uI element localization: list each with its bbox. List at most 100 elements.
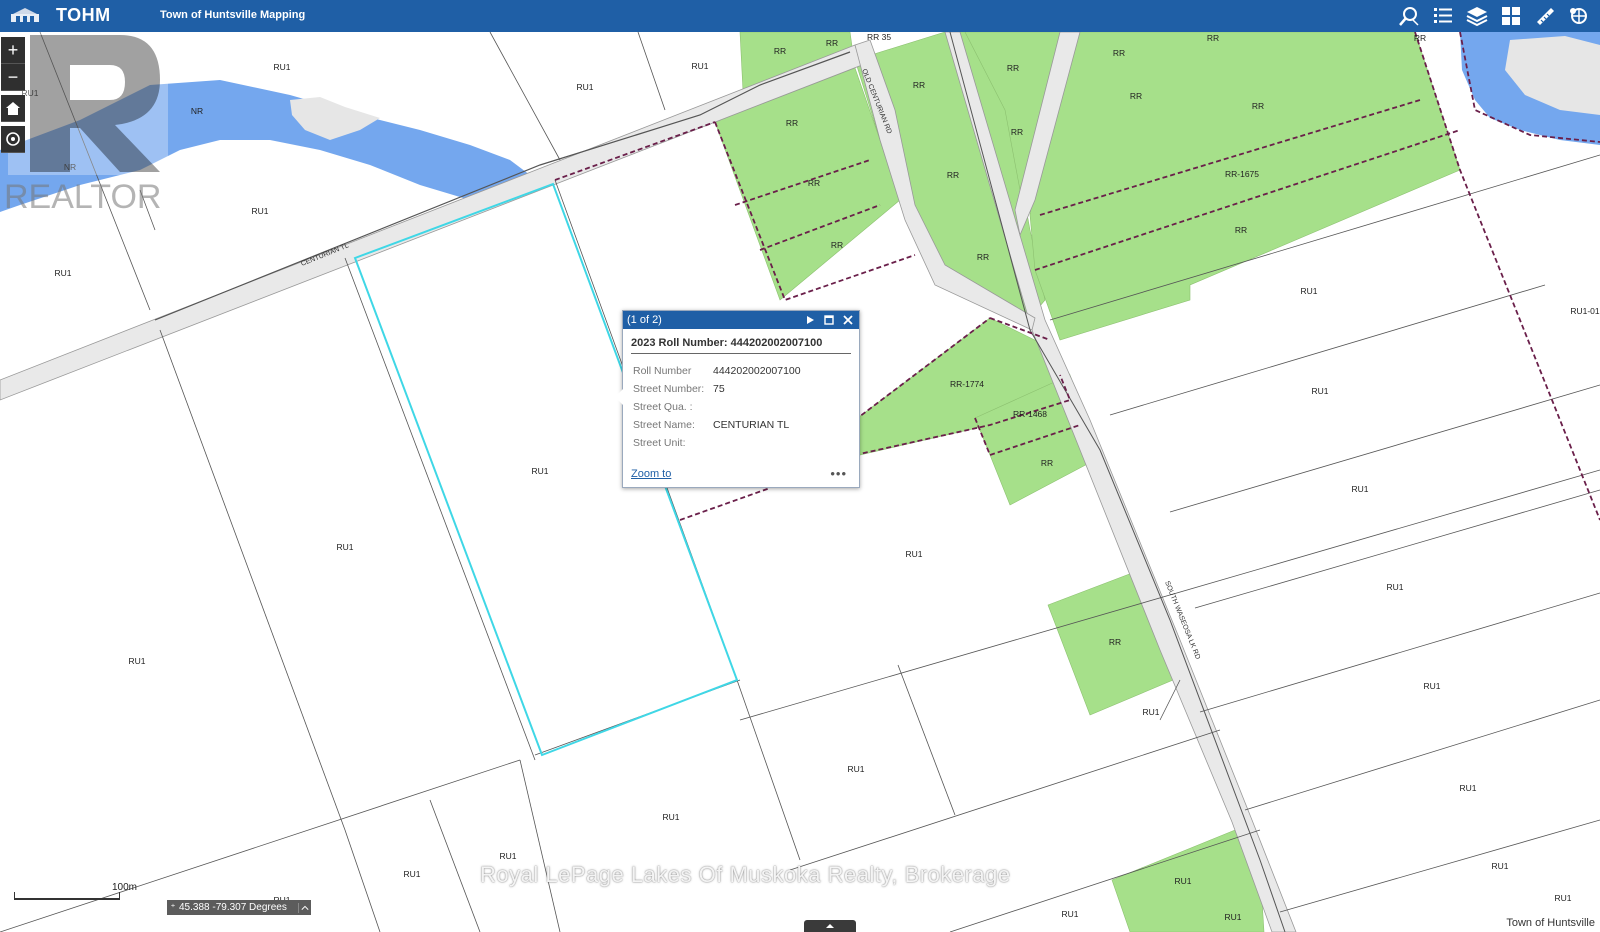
attr-label: Street Number: [633,383,705,395]
zone-label: RR [1414,33,1426,43]
popup-maximize-button[interactable] [822,313,836,327]
zone-label: RU1 [905,549,922,559]
zone-label: RU1 [1386,582,1403,592]
extract-tool-button[interactable] [1566,3,1592,29]
zoom-out-button[interactable]: − [1,64,25,91]
app-subtitle: Town of Huntsville Mapping [160,9,306,21]
locate-button[interactable] [1,126,25,153]
app-title: TOHM [56,5,111,25]
zone-label: RR [1207,33,1219,43]
zone-label: RR [1109,637,1121,647]
attr-row: Street Number: 75 [633,380,851,398]
play-icon [807,316,814,324]
attr-label: Roll Number [633,365,692,377]
extract-icon [1570,8,1587,24]
scale-bar: 100m [14,882,137,900]
zone-label: NR [191,106,203,116]
attr-row: Street Qua. : [633,398,851,416]
zone-label: RU1 [691,61,708,71]
zone-label: RU1 [54,268,71,278]
zone-label: RU1 [662,812,679,822]
map-attribution: Town of Huntsville [1503,916,1598,930]
zone-label: RU1 [1142,707,1159,717]
realtor-logo-text: REALTOR [4,178,161,215]
zone-label: RR-1675 [1225,169,1259,179]
more-actions-button[interactable]: ••• [830,466,847,481]
zone-label: RR [831,240,843,250]
coordinate-readout: ⁺ 45.388 -79.307 Degrees [167,900,311,915]
popup-title: 2023 Roll Number: 444202002007100 [631,337,851,354]
list-icon [1434,8,1452,23]
zone-label: RU1 [1174,876,1191,886]
attr-row: Street Name: CENTURIAN TL [633,416,851,434]
home-icon [6,102,20,115]
zone-label: RR 35 [867,32,891,42]
zone-label: RU1 [273,62,290,72]
zone-label: RU1 [1300,286,1317,296]
zone-label: RR [808,178,820,188]
attr-value: CENTURIAN TL [713,419,790,431]
attr-row: Street Unit: [633,434,851,452]
zone-label: RU1 [128,656,145,666]
attr-row: Roll Number 444202002007100 [633,362,851,380]
zone-label: RU1 [576,82,593,92]
popup-next-button[interactable] [803,313,817,327]
zone-label: RR [1011,127,1023,137]
zoom-in-button[interactable]: + [1,37,25,64]
search-icon [1399,7,1419,26]
feature-popup: (1 of 2) 2023 Roll Number: 4442020020071… [615,310,860,488]
home-button[interactable] [1,95,25,122]
coordinate-toggle-button[interactable] [298,902,311,913]
zone-label: RR [1007,63,1019,73]
toolbar [1396,3,1592,29]
chevron-up-icon [301,905,309,910]
layers-tool-button[interactable] [1464,3,1490,29]
zoom-controls: + − [1,37,25,153]
zone-label: RU1 [847,764,864,774]
search-tool-button[interactable] [1396,3,1422,29]
zone-label: RU1-01 [1570,306,1600,316]
zone-label: RR [1130,91,1142,101]
scale-line [14,892,120,900]
popup-attributes: Roll Number 444202002007100 Street Number… [633,362,851,452]
attr-label: Street Name: [633,419,695,431]
measure-tool-button[interactable] [1532,3,1558,29]
grid-icon [1502,7,1520,25]
zoom-to-link[interactable]: Zoom to [631,468,671,480]
zone-label: RR [1113,48,1125,58]
attr-label: Street Unit: [633,437,686,449]
popup-close-button[interactable] [841,313,855,327]
crosshair-icon[interactable]: ⁺ [167,902,179,913]
coordinate-value: 45.388 -79.307 Degrees [179,902,287,913]
zone-label: RU1 [1224,912,1241,922]
popup-count: (1 of 2) [627,314,662,326]
scale-label: 100m [112,882,138,893]
zone-label: RR-1468 [1013,409,1047,419]
layers-icon [1466,7,1488,27]
plus-icon: + [7,39,19,60]
zone-label: RR [913,80,925,90]
popup-header: (1 of 2) [623,311,859,329]
ruler-icon [1537,8,1554,25]
zone-label: RU1 [1423,681,1440,691]
close-icon [843,315,853,325]
zone-label: RU1 [1459,783,1476,793]
legend-tool-button[interactable] [1430,3,1456,29]
brokerage-watermark: Royal LePage Lakes Of Muskoka Realty, Br… [480,862,1011,887]
locate-icon [6,132,20,146]
zone-label: RU1 [1351,484,1368,494]
popup-footer: Zoom to ••• [631,466,847,481]
realtor-logo-watermark: REALTOR [4,20,168,215]
zone-label: RU1 [531,466,548,476]
zone-label: RR [826,38,838,48]
basemap-tool-button[interactable] [1498,3,1524,29]
zone-label: RR-1774 [950,379,984,389]
attribute-table-toggle[interactable] [804,920,856,932]
zone-label: RR [1252,101,1264,111]
zone-label: RR [1041,458,1053,468]
zone-label: RU1 [336,542,353,552]
zone-label: RU1 [1311,386,1328,396]
minus-icon: − [7,66,19,87]
app-header: TOHM Town of Huntsville Mapping [0,0,1600,32]
zone-label: RU1 [1061,909,1078,919]
